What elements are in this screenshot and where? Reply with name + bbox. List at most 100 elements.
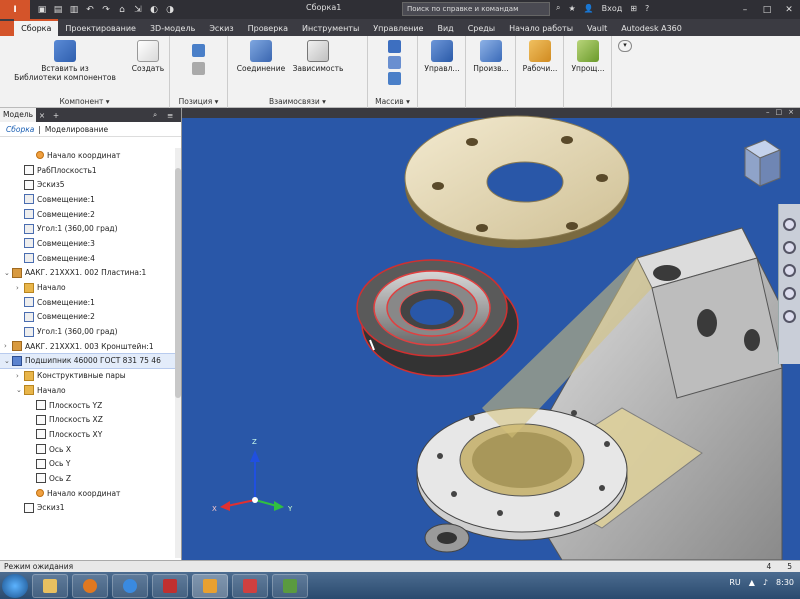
browser-scrollbar[interactable] [175, 148, 181, 558]
tree-item[interactable]: Плоскость YZ [0, 398, 176, 413]
bearing-part[interactable] [356, 259, 519, 377]
subtab-assembly[interactable]: Сборка [6, 125, 34, 134]
tab-vault[interactable]: Vault [580, 21, 614, 36]
look-at-icon[interactable] [783, 310, 796, 323]
tree-expander-icon[interactable]: ⌄ [4, 269, 12, 277]
tree-item[interactable]: РабПлоскость1 [0, 163, 176, 178]
tree-item[interactable]: Совмещение:2 [0, 207, 176, 222]
tree-item[interactable]: Ось X [0, 442, 176, 457]
tree-item[interactable]: Начало координат [0, 486, 176, 501]
tree-item[interactable]: Угол:1 (360,00 град) [0, 324, 176, 339]
tree-item[interactable]: Плоскость XY [0, 427, 176, 442]
tree-expander-icon[interactable]: › [4, 342, 12, 350]
taskbar-app-3[interactable] [232, 573, 268, 598]
tree-item[interactable]: Совмещение:3 [0, 236, 176, 251]
tree-item[interactable]: Совмещение:2 [0, 310, 176, 325]
insert-from-library-button[interactable]: Вставить из Библиотеки компонентов [10, 40, 120, 82]
select-icon[interactable]: ⇲ [132, 5, 144, 15]
panel-position-label[interactable]: Позиция ▾ [170, 97, 227, 106]
cart-icon[interactable]: ⊞ [630, 4, 637, 13]
redo-icon[interactable]: ↷ [100, 5, 112, 15]
pattern-icon[interactable] [388, 40, 401, 53]
save-icon[interactable]: ▥ [68, 5, 80, 15]
taskbar-player[interactable] [72, 573, 108, 598]
tab-design[interactable]: Проектирование [58, 21, 143, 36]
zoom-icon[interactable] [783, 264, 796, 277]
scrollbar-thumb[interactable] [175, 168, 181, 398]
tree-item[interactable]: Эскиз1 [0, 501, 176, 516]
simplify-button[interactable]: Упрощ... [568, 40, 608, 73]
taskbar-explorer[interactable] [32, 573, 68, 598]
tree-item[interactable]: Плоскость XZ [0, 412, 176, 427]
sign-in-label[interactable]: Вход [602, 4, 623, 13]
tree-expander-icon[interactable]: ⌄ [4, 357, 12, 365]
material-icon[interactable]: ◐ [148, 5, 160, 15]
tab-3d-model[interactable]: 3D-модель [143, 21, 202, 36]
constraint-button[interactable]: Зависимость [288, 40, 348, 73]
add-tab-icon[interactable]: + [48, 111, 64, 120]
tree-item[interactable]: › Конструктивные пары [0, 368, 176, 383]
productivity-button[interactable]: Произв... [470, 40, 512, 73]
undo-icon[interactable]: ↶ [84, 5, 96, 15]
tab-assembly[interactable]: Сборка [14, 19, 59, 36]
rotate-icon[interactable] [192, 62, 205, 75]
taskbar-browser[interactable] [112, 573, 148, 598]
application-menu-button[interactable]: I [0, 0, 30, 19]
appearance-icon[interactable]: ◑ [164, 5, 176, 15]
tree-item[interactable]: Ось Y [0, 456, 176, 471]
network-icon[interactable]: ▲ [749, 578, 755, 587]
minimize-button[interactable]: – [734, 0, 756, 19]
tree-item[interactable]: Совмещение:1 [0, 295, 176, 310]
tree-expander-icon[interactable]: › [16, 284, 24, 292]
open-icon[interactable]: ▤ [52, 5, 64, 15]
volume-icon[interactable]: ♪ [763, 578, 768, 587]
tree-item[interactable]: Совмещение:4 [0, 251, 176, 266]
tree-item[interactable]: ⌄ Подшипник 46000 ГОСТ 831 75 46 [0, 352, 177, 370]
close-icon[interactable]: × [36, 111, 48, 120]
graphics-viewport[interactable]: – □ × Z X Y [182, 108, 800, 560]
panel-pattern-label[interactable]: Массив ▾ [368, 97, 417, 106]
clock[interactable]: 8:30 [776, 578, 794, 587]
panel-relations-label[interactable]: Взаимосвязи ▾ [228, 97, 367, 106]
flange-plate[interactable] [404, 115, 630, 248]
user-icon[interactable]: 👤 [584, 4, 594, 13]
ribbon-options-icon[interactable]: ▾ [618, 40, 632, 52]
help-search-input[interactable]: Поиск по справке и командам [402, 2, 550, 16]
manage-button[interactable]: Управл... [422, 40, 462, 73]
help-icon[interactable]: ? [645, 4, 649, 13]
model-canvas[interactable] [182, 108, 800, 560]
home-icon[interactable]: ⌂ [116, 5, 128, 15]
browser-menu-icon[interactable]: ≡ [167, 111, 181, 120]
mirror-icon[interactable] [388, 56, 401, 69]
joint-button[interactable]: Соединение [234, 40, 288, 73]
close-button[interactable]: ✕ [778, 0, 800, 19]
tab-get-started[interactable]: Начало работы [502, 21, 580, 36]
tab-environments[interactable]: Среды [461, 21, 502, 36]
taskbar-inventor[interactable] [192, 573, 228, 598]
tab-tools[interactable]: Инструменты [295, 21, 366, 36]
start-button[interactable] [2, 573, 28, 598]
tab-view[interactable]: Вид [430, 21, 460, 36]
copy-icon[interactable] [388, 72, 401, 85]
tree-item[interactable]: › ААКГ. 21ХХХ1. 003 Кронштейн:1 [0, 339, 176, 354]
tab-inspect[interactable]: Проверка [241, 21, 295, 36]
panel-component-label[interactable]: Компонент ▾ [0, 97, 169, 106]
tree-item[interactable]: Начало координат [0, 148, 176, 163]
subtab-modeling[interactable]: Моделирование [45, 125, 108, 134]
tree-item[interactable]: ⌄ Начало [0, 383, 176, 398]
tree-item[interactable]: Совмещение:1 [0, 192, 176, 207]
orbit-icon[interactable] [783, 287, 796, 300]
workplane-button[interactable]: Рабочи... [520, 40, 560, 73]
taskbar-app-1[interactable] [152, 573, 188, 598]
move-icon[interactable] [192, 44, 205, 57]
search-icon[interactable]: ⌕ [556, 3, 560, 13]
new-icon[interactable]: ▣ [36, 5, 48, 15]
file-tab-stub[interactable] [0, 21, 15, 36]
tree-item[interactable]: Угол:1 (360,00 град) [0, 221, 176, 236]
taskbar-app-4[interactable] [272, 573, 308, 598]
tree-item[interactable]: Ось Z [0, 471, 176, 486]
tree-item[interactable]: Эскиз5 [0, 177, 176, 192]
tree-item[interactable]: › Начало [0, 280, 176, 295]
browser-search-icon[interactable]: ⌕ [153, 110, 167, 120]
browser-tab-model[interactable]: Модель [0, 108, 36, 122]
